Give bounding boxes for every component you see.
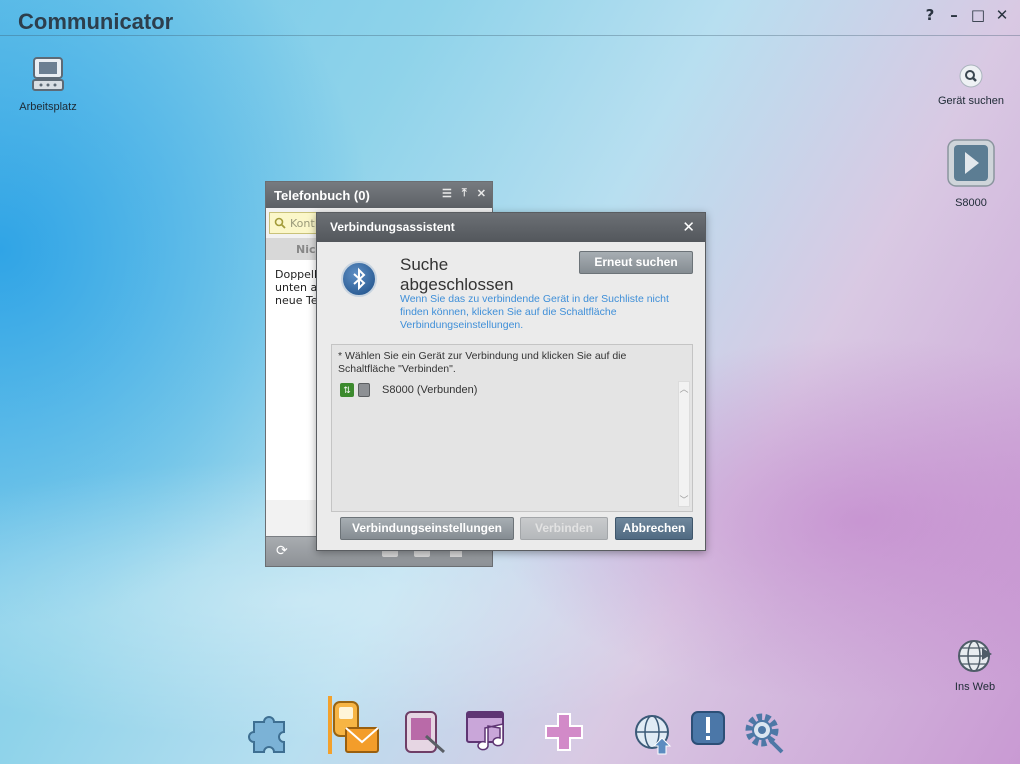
- dock-item-alerts[interactable]: [688, 708, 728, 756]
- close-icon[interactable]: ✕: [994, 6, 1010, 24]
- globe-icon: [958, 640, 992, 672]
- dock-item-add[interactable]: [540, 708, 588, 756]
- dock-item-settings[interactable]: [740, 708, 788, 756]
- connection-settings-button[interactable]: Verbindungseinstellungen: [340, 517, 514, 540]
- connection-wizard-dialog: Verbindungsassistent ✕ Suche abgeschloss…: [316, 212, 706, 551]
- maximize-icon[interactable]: □: [970, 6, 986, 24]
- device-item-label: S8000 (Verbunden): [382, 384, 478, 396]
- usb-icon: ⇅: [340, 383, 354, 397]
- phonebook-header: Telefonbuch (0) ☰ ⤒ ✕: [266, 182, 492, 208]
- phone-icon: [358, 383, 370, 397]
- device-list: * Wählen Sie ein Gerät zur Verbindung un…: [331, 344, 693, 512]
- cancel-button[interactable]: Abbrechen: [615, 517, 693, 540]
- play-device-icon: [947, 139, 995, 187]
- dialog-close-icon[interactable]: ✕: [682, 218, 695, 236]
- status-title: Suche abgeschlossen: [400, 255, 514, 294]
- dock-item-messages-active[interactable]: [326, 694, 382, 756]
- my-computer-shortcut[interactable]: Arbeitsplatz: [14, 56, 82, 113]
- dock-item-media[interactable]: [464, 708, 512, 756]
- dialog-header: Verbindungsassistent ✕: [317, 213, 705, 242]
- search-device-label: Gerät suchen: [937, 95, 1005, 107]
- globe-upload-icon: [635, 715, 672, 755]
- device-list-scrollbar[interactable]: ︿ ﹀: [678, 381, 690, 507]
- dock-item-web-upload[interactable]: [630, 708, 678, 756]
- search-device-shortcut[interactable]: Gerät suchen: [934, 64, 1008, 107]
- device-shortcut[interactable]: S8000: [946, 138, 996, 209]
- scroll-up-icon[interactable]: ︿: [679, 382, 689, 395]
- bottom-dock: [0, 684, 1020, 764]
- dock-item-plugins[interactable]: [246, 708, 294, 756]
- media-icon: [466, 711, 504, 751]
- search-again-button[interactable]: Erneut suchen: [579, 251, 693, 274]
- device-list-instruction: * Wählen Sie ein Gerät zur Verbindung un…: [338, 350, 627, 375]
- bluetooth-icon: [341, 261, 377, 297]
- app-title: Communicator: [18, 9, 174, 34]
- search-icon: [274, 217, 286, 229]
- sync-icon[interactable]: ⟳: [276, 543, 288, 559]
- status-hint: Wenn Sie das zu verbindende Gerät in der…: [400, 293, 669, 331]
- settings-gear-icon: [745, 713, 784, 754]
- device-label: S8000: [955, 197, 987, 209]
- phonebook-search-placeholder: Kont: [290, 217, 315, 230]
- phonebook-close-icon[interactable]: ✕: [477, 187, 486, 200]
- phonebook-title: Telefonbuch (0): [274, 188, 370, 203]
- dock-item-organizer[interactable]: [400, 708, 448, 756]
- connect-button[interactable]: Verbinden: [520, 517, 608, 540]
- alert-icon: [691, 711, 725, 745]
- help-icon[interactable]: ?: [922, 6, 938, 24]
- phone-message-icon: [328, 696, 379, 754]
- my-computer-label: Arbeitsplatz: [19, 101, 77, 113]
- plus-icon: [545, 713, 583, 751]
- sort-icon[interactable]: ☰: [442, 187, 452, 200]
- minimize-icon[interactable]: –: [946, 6, 962, 24]
- puzzle-icon: [248, 716, 285, 753]
- scroll-down-icon[interactable]: ﹀: [679, 493, 689, 506]
- pda-icon: [405, 711, 445, 754]
- dialog-title: Verbindungsassistent: [330, 220, 455, 234]
- collapse-icon[interactable]: ⤒: [462, 187, 467, 200]
- computer-icon: [32, 57, 64, 91]
- search-icon: [959, 64, 983, 88]
- title-bar: Communicator ? – □ ✕: [0, 0, 1020, 36]
- device-list-item[interactable]: ⇅ S8000 (Verbunden): [340, 383, 477, 397]
- window-controls: ? – □ ✕: [922, 6, 1010, 24]
